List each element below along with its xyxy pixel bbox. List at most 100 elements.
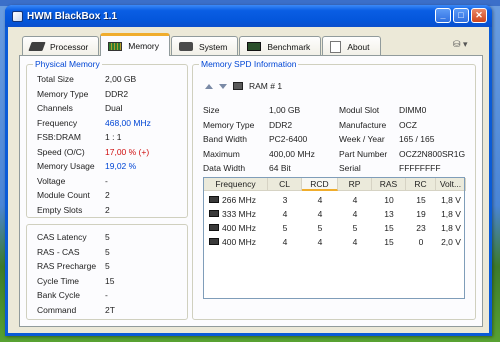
title-bar[interactable]: HWM BlackBox 1.1 _ □ ✕ — [5, 5, 492, 27]
table-cell: 5 — [317, 223, 323, 233]
spd-value: 1,00 GB — [269, 105, 301, 115]
info-value: 2,00 GB — [105, 74, 137, 84]
maximize-button[interactable]: □ — [453, 8, 469, 23]
caption-buttons: _ □ ✕ — [435, 8, 487, 23]
spd-label: Modul Slot — [339, 105, 380, 115]
table-cell: 1,8 V — [441, 223, 461, 233]
info-label: Speed (O/C) — [37, 146, 85, 157]
tab-system[interactable]: System — [170, 36, 239, 56]
table-cell: 4 — [282, 209, 288, 219]
cpu-icon — [28, 42, 46, 51]
selected-module-label: RAM # 1 — [249, 81, 283, 91]
memory-module-icon — [108, 41, 123, 51]
column-header[interactable]: RC — [406, 178, 436, 191]
tab-benchmark[interactable]: Benchmark — [239, 36, 322, 56]
about-document-icon — [330, 40, 342, 53]
group-title: Physical Memory — [33, 59, 102, 69]
table-cell: 333 MHz — [222, 209, 257, 219]
next-module-icon[interactable] — [219, 83, 227, 89]
app-window: HWM BlackBox 1.1 _ □ ✕ Processor Memory … — [5, 5, 492, 336]
table-row[interactable]: 400 MHz 5 5 5 15 23 1,8 V — [204, 221, 464, 235]
spd-value: OCZ — [399, 119, 417, 130]
memory-chip-icon — [209, 196, 219, 203]
info-label: Voltage — [37, 175, 66, 186]
info-value: - — [105, 175, 108, 186]
spd-label: Week / Year — [339, 134, 385, 144]
info-value: 2 — [105, 190, 110, 200]
system-icon — [178, 42, 193, 51]
table-cell: 15 — [416, 195, 426, 205]
table-row[interactable]: 333 MHz 4 4 4 13 19 1,8 V — [204, 207, 464, 221]
column-header[interactable]: RP — [338, 178, 372, 191]
timing-label: Bank Cycle — [37, 290, 80, 300]
options-dropdown-icon[interactable]: ⛁ ▾ — [453, 39, 475, 51]
memory-chip-icon — [209, 224, 219, 231]
spd-value: OCZ2N800SR1G — [399, 148, 466, 159]
spd-label: Manufacture — [339, 119, 387, 130]
table-header: Frequency CL RCD RP RAS RC Volt... — [204, 178, 466, 191]
spd-value: PC2-6400 — [269, 134, 308, 144]
spd-label: Serial — [339, 163, 361, 173]
timing-label: RAS - CAS — [37, 246, 80, 257]
info-value: 1 : 1 — [105, 132, 122, 142]
tab-processor[interactable]: Processor — [22, 36, 100, 56]
spd-value: DDR2 — [269, 119, 293, 130]
table-cell: 0 — [418, 237, 424, 247]
spd-label: Part Number — [339, 148, 388, 159]
info-label: Module Count — [37, 190, 90, 200]
app-icon — [12, 10, 23, 22]
spd-timings-table[interactable]: Frequency CL RCD RP RAS RC Volt... 266 MHz 3 4 4 1… — [203, 177, 466, 299]
module-selector[interactable]: RAM # 1 — [205, 81, 282, 91]
benchmark-icon — [247, 42, 262, 51]
table-cell: 15 — [384, 223, 394, 233]
minimize-button[interactable]: _ — [435, 8, 451, 23]
tab-about[interactable]: About — [322, 36, 381, 56]
tab-memory[interactable]: Memory — [100, 33, 170, 56]
info-label: Total Size — [37, 74, 74, 84]
tab-label: About — [347, 41, 370, 52]
info-label: Empty Slots — [37, 204, 83, 215]
table-cell: 266 MHz — [222, 195, 257, 205]
window-title: HWM BlackBox 1.1 — [27, 10, 118, 22]
column-header[interactable]: Volt... — [436, 178, 466, 191]
spd-label: Size — [203, 105, 220, 115]
timing-value: 2T — [105, 304, 115, 315]
table-row[interactable]: 400 MHz 4 4 4 15 0 2,0 V — [204, 235, 464, 249]
table-cell: 400 MHz — [222, 223, 257, 233]
spd-value: 64 Bit — [269, 163, 291, 173]
info-label: Channels — [37, 103, 73, 113]
table-cell: 13 — [384, 209, 394, 219]
tab-label: Processor — [50, 41, 89, 52]
tab-label: Memory — [128, 41, 159, 51]
previous-module-icon[interactable] — [205, 83, 213, 89]
tab-label: System — [198, 41, 228, 52]
info-value: 19,02 % — [105, 161, 137, 171]
close-button[interactable]: ✕ — [471, 8, 487, 23]
table-cell: 4 — [352, 237, 358, 247]
table-cell: 4 — [317, 195, 323, 205]
column-header[interactable]: CL — [268, 178, 302, 191]
column-header[interactable]: RCD — [302, 178, 338, 191]
timing-value: - — [105, 290, 108, 300]
table-cell: 2,0 V — [441, 237, 461, 247]
info-value: 2 — [105, 204, 110, 215]
memory-chip-icon — [209, 238, 219, 245]
memory-panel: Physical Memory Total Size 2,00 GB Memory … — [19, 55, 483, 327]
spd-value: 400,00 MHz — [269, 148, 315, 159]
timing-value: 5 — [105, 232, 110, 242]
column-header[interactable]: Frequency — [204, 178, 268, 191]
info-value: DDR2 — [105, 88, 129, 99]
info-label: Memory Usage — [37, 161, 95, 171]
memory-chip-icon — [209, 210, 219, 217]
table-cell: 4 — [352, 195, 358, 205]
column-header[interactable]: RAS — [372, 178, 406, 191]
table-cell: 400 MHz — [222, 237, 257, 247]
spd-value: FFFFFFFF — [399, 163, 441, 173]
timing-label: RAS Precharge — [37, 261, 97, 271]
group-title: Memory SPD Information — [199, 59, 299, 69]
table-cell: 1,8 V — [441, 195, 461, 205]
timing-value: 15 — [105, 275, 115, 286]
tab-strip: Processor Memory System Benchmark About — [22, 33, 382, 56]
table-row[interactable]: 266 MHz 3 4 4 10 15 1,8 V — [204, 193, 464, 207]
table-cell: 4 — [317, 237, 323, 247]
